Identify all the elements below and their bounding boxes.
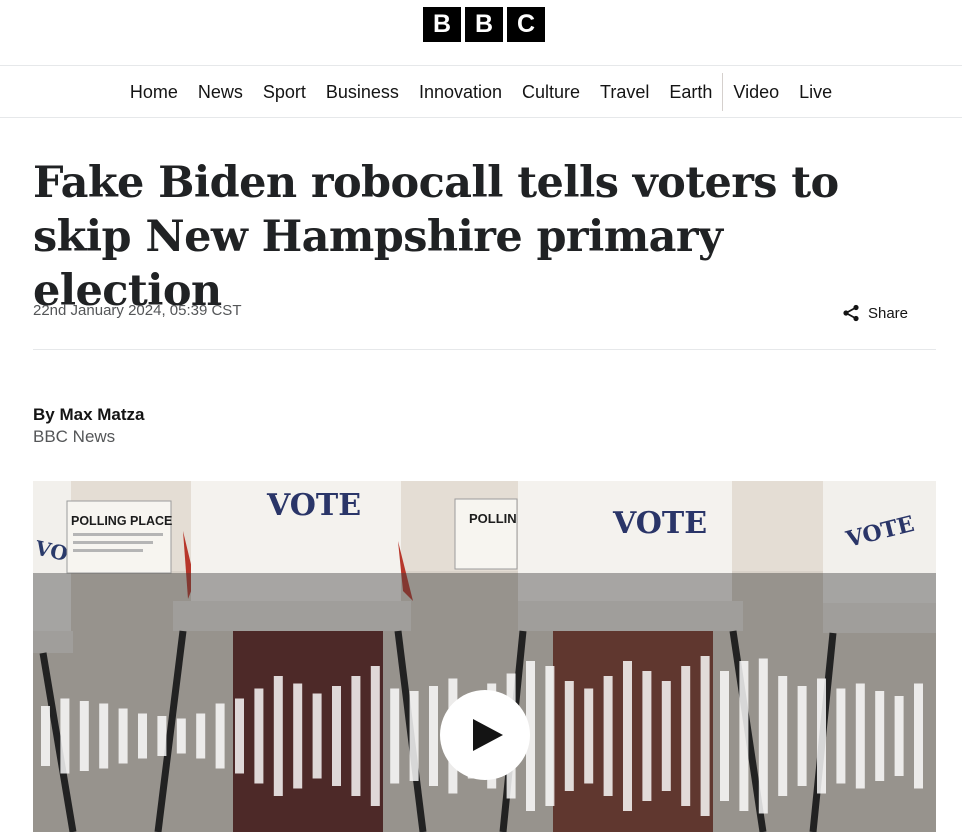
waveform-bar xyxy=(564,681,574,791)
byline: By Max Matza BBC News xyxy=(33,404,144,448)
article-timestamp: 22nd January 2024, 05:39 CST xyxy=(33,302,242,319)
waveform-bar xyxy=(623,661,632,811)
waveform-bar xyxy=(176,718,186,754)
main-navigation: Home News Sport Business Innovation Cult… xyxy=(0,67,962,118)
play-button[interactable] xyxy=(440,690,530,780)
waveform-bar xyxy=(370,666,380,806)
nav-item-culture[interactable]: Culture xyxy=(512,67,590,118)
waveform-bar xyxy=(99,703,109,769)
share-label: Share xyxy=(867,304,908,322)
waveform-bar xyxy=(758,658,768,814)
waveform-bar xyxy=(894,696,904,776)
waveform-bar xyxy=(700,656,710,816)
waveform-bar xyxy=(409,691,419,781)
waveform-bar xyxy=(215,703,225,769)
article-meta: 22nd January 2024, 05:39 CST Share xyxy=(33,300,936,350)
author-organization: BBC News xyxy=(33,427,116,446)
waveform-bar xyxy=(273,676,283,796)
audio-player: VOTE POLLING PLACE VOTE POLLIN VOTE VOTE xyxy=(33,481,936,832)
nav-item-news[interactable]: News xyxy=(188,67,253,118)
waveform-bar xyxy=(681,666,691,806)
masthead: B B C xyxy=(0,0,962,66)
play-icon xyxy=(473,719,503,751)
waveform-bar xyxy=(739,661,749,811)
bbc-logo[interactable]: B B C xyxy=(423,7,545,42)
share-button[interactable]: Share xyxy=(842,304,908,322)
waveform-bar xyxy=(332,686,341,786)
waveform-bar xyxy=(603,676,613,796)
share-icon xyxy=(843,304,859,322)
waveform-bar xyxy=(797,686,807,786)
waveform-bar xyxy=(661,681,671,791)
nav-item-home[interactable]: Home xyxy=(120,67,188,118)
waveform-bar xyxy=(429,686,438,786)
waveform-bar xyxy=(79,701,89,771)
waveform-bar xyxy=(118,708,128,764)
waveform-bar xyxy=(138,713,147,759)
nav-item-earth[interactable]: Earth xyxy=(659,67,722,118)
waveform-bar xyxy=(351,676,361,796)
nav-item-live[interactable]: Live xyxy=(789,67,842,118)
waveform-bar xyxy=(642,671,652,801)
waveform-bar xyxy=(293,683,303,789)
waveform-bar xyxy=(778,676,788,796)
waveform-bar xyxy=(720,671,729,801)
waveform-bar xyxy=(855,683,865,789)
bbc-logo-letter-c: C xyxy=(507,7,545,42)
nav-item-video[interactable]: Video xyxy=(723,67,789,118)
nav-item-innovation[interactable]: Innovation xyxy=(409,67,512,118)
nav-item-sport[interactable]: Sport xyxy=(253,67,316,118)
waveform-bar xyxy=(390,688,400,784)
waveform-bar xyxy=(254,688,264,784)
waveform-bar xyxy=(584,688,594,784)
waveform-bar xyxy=(235,698,244,774)
waveform-bar xyxy=(196,713,206,759)
waveform-bar xyxy=(545,666,555,806)
article-headline: Fake Biden robocall tells voters to skip… xyxy=(33,158,839,316)
waveform-bar xyxy=(817,678,826,794)
bbc-logo-letter-b2: B xyxy=(465,7,503,42)
waveform-bar xyxy=(914,683,923,789)
nav-item-travel[interactable]: Travel xyxy=(590,67,659,118)
waveform-bar xyxy=(875,691,885,781)
bbc-logo-letter-b1: B xyxy=(423,7,461,42)
waveform-bar xyxy=(60,698,70,774)
waveform-bar xyxy=(157,716,167,756)
waveform-bar xyxy=(836,688,846,784)
author-name: By Max Matza xyxy=(33,405,145,424)
nav-item-business[interactable]: Business xyxy=(316,67,409,118)
waveform-bar xyxy=(41,706,50,766)
waveform-bar xyxy=(312,693,322,779)
